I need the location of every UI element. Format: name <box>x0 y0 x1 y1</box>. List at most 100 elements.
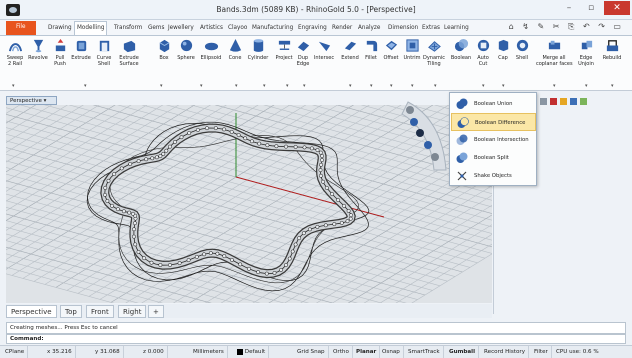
status-planar[interactable]: Planar <box>353 346 381 358</box>
gem-tool-icon[interactable] <box>416 129 424 137</box>
fillet-button[interactable]: Fillet <box>362 38 380 61</box>
dynamic-tiling-button[interactable]: Dynamic Tiling <box>423 38 445 67</box>
status-units[interactable]: Millimeters <box>190 346 228 358</box>
cap-button[interactable]: Cap <box>495 38 511 61</box>
tab-clayoo[interactable]: Clayoo <box>226 22 249 35</box>
offset-button[interactable]: Offset <box>381 38 401 61</box>
extrude-surface-button[interactable]: Extrude Surface <box>117 38 141 67</box>
tab-gems[interactable]: Gems <box>146 22 166 35</box>
panel-toolbar[interactable] <box>540 98 587 108</box>
chevron-down-icon[interactable]: ▾ <box>84 83 87 89</box>
boolean-button[interactable]: Boolean <box>450 38 472 61</box>
revolve-button[interactable]: Revolve <box>28 38 48 61</box>
chevron-down-icon[interactable]: ▾ <box>411 83 414 89</box>
boolean-intersection-icon <box>456 134 468 145</box>
tab-artistics[interactable]: Artistics <box>198 22 225 35</box>
render-icon[interactable] <box>559 98 567 105</box>
curve-shell-button[interactable]: Curve Shell <box>94 38 114 67</box>
gem-tool-icon[interactable] <box>431 153 439 161</box>
chevron-down-icon[interactable]: ▾ <box>349 83 352 89</box>
menu-item-boolean-intersection[interactable]: Boolean Intersection <box>451 131 536 149</box>
quick-access-toolbar[interactable]: ⌂ ↯ ✎ ✂ ⎘ ↶ ↷ ▭ <box>509 22 624 33</box>
cone-button[interactable]: Cone <box>226 38 244 61</box>
menu-item-boolean-split[interactable]: Boolean Split <box>451 149 536 167</box>
tab-extras[interactable]: Extras <box>420 22 442 35</box>
chevron-down-icon[interactable]: ▾ <box>482 83 485 89</box>
menu-item-boolean-difference[interactable]: Boolean Difference <box>451 113 536 131</box>
chevron-down-icon[interactable]: ▾ <box>611 83 614 89</box>
tab-learning[interactable]: Learning <box>442 22 471 35</box>
add-viewport-tab[interactable]: + <box>148 305 164 318</box>
chevron-down-icon[interactable]: ▾ <box>585 83 588 89</box>
tab-jewellery[interactable]: Jewellery <box>166 22 196 35</box>
extend-button[interactable]: Extend <box>340 38 360 61</box>
auto-cut-button[interactable]: Auto Cut <box>474 38 492 67</box>
edge-unjoin-button[interactable]: Edge Unjoin <box>575 38 597 67</box>
gem-tool-icon[interactable] <box>406 106 414 114</box>
pull-push-button[interactable]: Pull Push <box>51 38 69 67</box>
help-icon[interactable] <box>579 98 587 105</box>
properties-icon[interactable] <box>549 98 557 105</box>
status-filter[interactable]: Filter <box>531 346 552 358</box>
chevron-down-icon[interactable]: ▾ <box>286 83 289 89</box>
chevron-down-icon[interactable]: ▾ <box>235 83 238 89</box>
tab-right[interactable]: Right <box>118 305 147 318</box>
chevron-down-icon[interactable]: ▾ <box>44 98 47 104</box>
tab-front[interactable]: Front <box>86 305 114 318</box>
chevron-down-icon[interactable]: ▾ <box>303 83 306 89</box>
chevron-down-icon[interactable]: ▾ <box>434 83 437 89</box>
project-button[interactable]: Project <box>274 38 294 61</box>
tab-modelling[interactable]: Modelling <box>74 21 108 35</box>
chevron-down-icon[interactable]: ▾ <box>370 83 373 89</box>
extrude-button[interactable]: Extrude <box>70 38 92 61</box>
tab-drawing[interactable]: Drawing <box>46 22 74 35</box>
menu-item-boolean-union[interactable]: Boolean Union <box>451 95 536 113</box>
status-record-history[interactable]: Record History <box>481 346 530 358</box>
chevron-down-icon[interactable]: ▾ <box>12 83 15 89</box>
shell-button[interactable]: Shell <box>513 38 531 61</box>
box-button[interactable]: Box <box>155 38 173 61</box>
tab-perspective[interactable]: Perspective <box>6 305 57 318</box>
status-osnap[interactable]: Osnap <box>379 346 404 358</box>
tab-render[interactable]: Render <box>330 22 354 35</box>
gem-tool-icon[interactable] <box>410 118 418 126</box>
chevron-down-icon[interactable]: ▾ <box>390 83 393 89</box>
tab-manufacturing[interactable]: Manufacturing <box>250 22 295 35</box>
chevron-down-icon[interactable]: ▾ <box>502 83 505 89</box>
intersec-button[interactable]: Intersec <box>313 38 335 61</box>
sweep-2-rail-button[interactable]: Sweep 2 Rail <box>4 38 26 67</box>
tab-top[interactable]: Top <box>60 305 82 318</box>
status-gumball[interactable]: Gumball <box>446 346 480 358</box>
sphere-button[interactable]: Sphere <box>175 38 197 61</box>
display-icon[interactable] <box>569 98 577 105</box>
status-cplane[interactable]: CPlane <box>2 346 29 358</box>
layers-icon[interactable] <box>540 98 547 105</box>
viewport-title-tab[interactable]: Perspective ▾ <box>6 96 57 105</box>
status-smarttrack[interactable]: SmartTrack <box>405 346 444 358</box>
cylinder-button[interactable]: Cylinder <box>246 38 270 61</box>
close-button[interactable]: ✕ <box>604 1 630 15</box>
tab-file[interactable]: File <box>6 21 36 35</box>
chevron-down-icon[interactable]: ▾ <box>263 83 266 89</box>
chevron-down-icon[interactable]: ▾ <box>200 83 203 89</box>
chevron-down-icon[interactable]: ▾ <box>553 83 556 89</box>
tab-engraving[interactable]: Engraving <box>296 22 329 35</box>
untrim-button[interactable]: Untrim <box>402 38 422 61</box>
tab-transform[interactable]: Transform <box>112 22 144 35</box>
minimize-button[interactable]: – <box>558 1 580 15</box>
status-ortho[interactable]: Ortho <box>330 346 353 358</box>
tab-analyze[interactable]: Analyze <box>356 22 382 35</box>
maximize-button[interactable]: ▫ <box>580 1 602 15</box>
ellipsoid-button[interactable]: Ellipsoid <box>199 38 223 61</box>
chevron-down-icon[interactable]: ▾ <box>160 83 163 89</box>
status-layer[interactable]: Default <box>234 346 270 358</box>
merge-coplanar-faces-button[interactable]: Merge all coplanar faces <box>536 38 573 67</box>
command-prompt[interactable]: Command: <box>6 334 626 344</box>
status-grid-snap[interactable]: Grid Snap <box>294 346 329 358</box>
dup-edge-button[interactable]: Dup Edge <box>295 38 311 67</box>
menu-item-shake-objects[interactable]: Shake Objects <box>451 167 536 185</box>
gem-tool-icon[interactable] <box>424 141 432 149</box>
tab-dimension[interactable]: Dimension <box>386 22 420 35</box>
gem-floating-toolbar[interactable] <box>398 100 448 172</box>
rebuild-button[interactable]: Rebuild <box>600 38 624 61</box>
